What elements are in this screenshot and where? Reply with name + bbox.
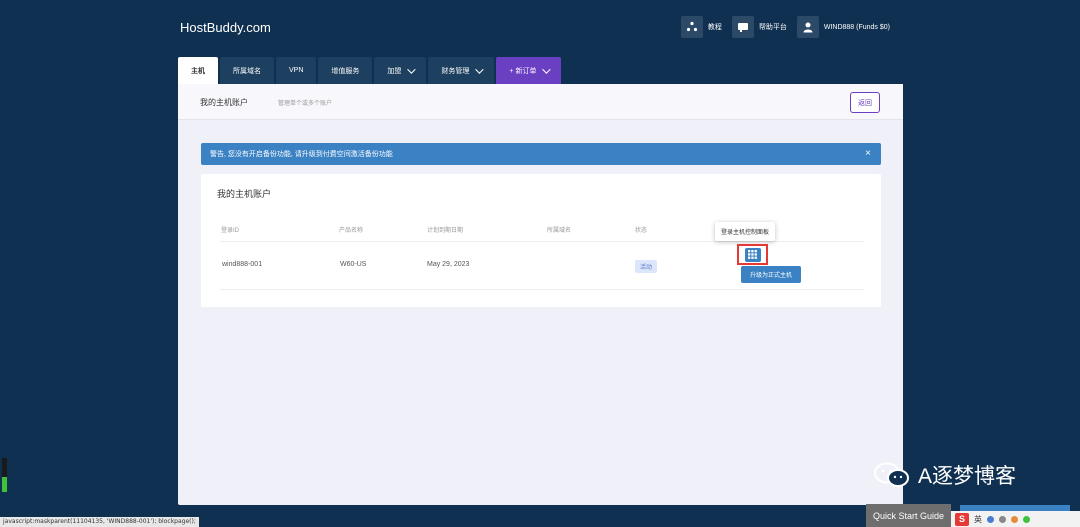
emoji-icon[interactable]: [987, 515, 994, 523]
user-icon: [796, 16, 819, 38]
cell-expiry: May 29, 2023: [427, 261, 470, 268]
tutorial-link[interactable]: 教程: [680, 16, 722, 38]
brand-logo[interactable]: HostBuddy.com: [180, 20, 271, 35]
main-tabs: 主机 所属域名 VPN 增值服务 加盟 财务管理 + 新订单: [178, 57, 562, 84]
column-header-status: 状态: [635, 228, 648, 234]
tab-affiliate[interactable]: 加盟: [374, 57, 427, 84]
quick-start-guide-button[interactable]: Quick Start Guide: [866, 504, 951, 527]
column-header-domain: 所属域名: [547, 228, 572, 234]
top-nav: 教程 帮助平台 WIND888 (Funds $0): [680, 16, 890, 38]
cell-login-id: wind888-001: [222, 261, 263, 268]
level-meter: [2, 458, 7, 492]
tab-domains[interactable]: 所属域名: [220, 57, 274, 84]
account-label: WIND888 (Funds $0): [823, 23, 890, 31]
watermark-text: A逐梦博客: [918, 465, 1017, 488]
compass-icon: [680, 16, 703, 38]
upgrade-button[interactable]: 升级为正式主机: [741, 266, 801, 283]
wechat-icon: [874, 462, 909, 487]
tab-vpn[interactable]: VPN: [276, 57, 317, 84]
chevron-down-icon: [407, 64, 417, 74]
keyboard-icon[interactable]: [1011, 515, 1018, 523]
column-header-login-id: 登录ID: [221, 228, 240, 234]
ime-language[interactable]: 英: [974, 514, 982, 525]
status-badge: 活动: [635, 260, 658, 273]
tab-finance[interactable]: 财务管理: [428, 57, 495, 84]
skin-icon[interactable]: [1023, 515, 1030, 523]
watermark: A逐梦博客: [872, 460, 1016, 490]
level-meter-fill: [2, 476, 7, 492]
chevron-down-icon: [475, 64, 485, 74]
tab-new-order[interactable]: + 新订单: [496, 57, 562, 84]
help-link[interactable]: 帮助平台: [731, 16, 787, 38]
mic-icon[interactable]: [999, 515, 1006, 523]
panel-header: 我的主机账户 管理单个或多个账户 返回: [178, 84, 903, 120]
main-panel: 我的主机账户 管理单个或多个账户 返回 警告, 您没有开启备份功能, 请升级到付…: [178, 84, 903, 505]
tab-hosting[interactable]: 主机: [178, 57, 218, 84]
cell-product: W60-US: [340, 261, 367, 268]
hosting-accounts-card: 我的主机账户 登录ID 产品名称 计划到期日期 所属域名 状态 wind888-…: [201, 174, 881, 307]
browser-status-bar: javascript:maskparent(11104135, 'WIND888…: [0, 517, 199, 527]
header-divider: [220, 241, 864, 242]
control-panel-tooltip: 登录主机控制面板: [715, 222, 776, 241]
back-button[interactable]: 返回: [850, 92, 880, 113]
ime-logo-icon[interactable]: S: [955, 512, 969, 526]
grid-icon: [744, 247, 761, 262]
account-menu[interactable]: WIND888 (Funds $0): [796, 16, 890, 38]
column-header-expiry: 计划到期日期: [427, 228, 464, 234]
control-panel-login-button[interactable]: [737, 244, 768, 265]
chevron-down-icon: [542, 64, 552, 74]
alert-text: 警告, 您没有开启备份功能, 请升级到付费空间激活备份功能: [210, 151, 393, 158]
tutorial-label: 教程: [707, 24, 722, 31]
row-divider: [220, 289, 864, 290]
close-icon[interactable]: ×: [865, 148, 871, 159]
page-title: 我的主机账户: [200, 98, 248, 107]
backup-warning-alert: 警告, 您没有开启备份功能, 请升级到付费空间激活备份功能 ×: [201, 143, 881, 165]
help-label: 帮助平台: [758, 24, 787, 31]
page-subtitle: 管理单个或多个账户: [278, 101, 333, 107]
column-header-product: 产品名称: [339, 228, 364, 234]
card-title: 我的主机账户: [217, 189, 272, 199]
tab-value-added[interactable]: 增值服务: [318, 57, 373, 84]
system-tray: S 英: [951, 511, 1080, 527]
chat-icon: [731, 16, 754, 38]
